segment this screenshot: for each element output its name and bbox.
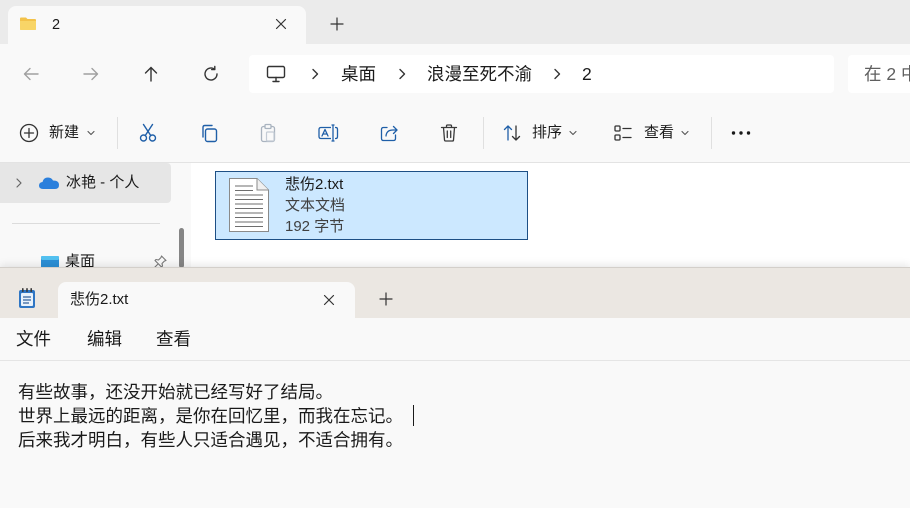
paste-button[interactable]	[248, 113, 288, 153]
editor-line-text: 世界上最远的距离，是你在回忆里，而我在忘记。	[18, 406, 403, 426]
menu-file[interactable]: 文件	[8, 323, 59, 355]
file-item[interactable]: 悲伤2.txt 文本文档 192 字节	[215, 171, 528, 240]
share-icon	[379, 123, 399, 143]
chevron-right-icon[interactable]	[398, 68, 406, 80]
search-input[interactable]	[848, 55, 910, 93]
sort-icon	[502, 123, 522, 143]
notepad-window: 悲伤2.txt 文件 编辑 查看 有些故事，还没开始就已经写好了结局。 世界上最…	[0, 268, 910, 508]
view-button[interactable]: 查看	[607, 113, 697, 153]
refresh-icon	[202, 65, 220, 83]
explorer-tab[interactable]: 2	[8, 6, 306, 44]
sidebar-item-label: 桌面	[65, 253, 96, 268]
text-cursor	[413, 405, 414, 426]
breadcrumb-item[interactable]: 桌面	[341, 55, 376, 93]
editor-line-text: 有些故事，还没开始就已经写好了结局。	[18, 382, 333, 402]
file-list-area: 悲伤2.txt 文本文档 192 字节	[191, 163, 910, 268]
address-bar[interactable]: 桌面 浪漫至死不渝 2	[249, 55, 834, 93]
circle-plus-icon	[19, 123, 39, 143]
forward-button[interactable]	[73, 56, 109, 92]
editor-line: 世界上最远的距离，是你在回忆里，而我在忘记。	[18, 404, 892, 428]
close-icon[interactable]	[323, 294, 335, 306]
chevron-down-icon	[569, 130, 577, 136]
new-button[interactable]: 新建	[10, 113, 104, 153]
paste-icon	[258, 123, 278, 143]
sort-button[interactable]: 排序	[496, 113, 586, 153]
explorer-tab-title: 2	[52, 17, 61, 33]
rename-icon	[317, 123, 339, 143]
onedrive-cloud-icon	[38, 176, 60, 190]
explorer-tab-bar: 2	[0, 0, 910, 44]
new-tab-icon[interactable]	[379, 292, 393, 306]
notepad-tab-title: 悲伤2.txt	[70, 291, 129, 308]
file-type: 文本文档	[285, 197, 346, 214]
explorer-command-bar: 新建 排序 查看	[0, 104, 910, 163]
share-button[interactable]	[369, 113, 409, 153]
delete-button[interactable]	[429, 113, 469, 153]
sidebar-scrollbar-thumb[interactable]	[179, 228, 184, 268]
copy-icon	[199, 123, 219, 143]
refresh-button[interactable]	[193, 56, 229, 92]
file-explorer-window: 2 桌面 浪漫至死不渝 2 在 2 中 新建 排序 查看 冰艳 - 个人 桌面 …	[0, 0, 910, 268]
copy-button[interactable]	[189, 113, 229, 153]
file-size: 192 字节	[285, 218, 345, 235]
more-icon	[731, 131, 751, 135]
toolbar-separator	[117, 117, 118, 149]
new-tab-icon[interactable]	[330, 17, 344, 31]
editor-line: 有些故事，还没开始就已经写好了结局。	[18, 380, 892, 404]
new-button-label: 新建	[49, 124, 80, 141]
cut-icon	[138, 123, 158, 143]
sort-button-label: 排序	[532, 124, 563, 141]
toolbar-separator	[483, 117, 484, 149]
notepad-tab[interactable]: 悲伤2.txt	[58, 282, 355, 318]
up-arrow-icon	[142, 65, 160, 83]
back-arrow-icon	[22, 65, 40, 83]
file-name: 悲伤2.txt	[285, 176, 344, 193]
sidebar-item-desktop[interactable]: 桌面	[0, 242, 171, 268]
cut-button[interactable]	[128, 113, 168, 153]
chevron-right-icon[interactable]	[311, 68, 319, 80]
pin-icon[interactable]	[153, 255, 167, 268]
desktop-icon	[40, 255, 60, 268]
editor-line: 后来我才明白，有些人只适合遇见，不适合拥有。	[18, 428, 892, 452]
delete-icon	[439, 123, 459, 143]
chevron-right-icon[interactable]	[15, 178, 23, 188]
breadcrumb-item-current[interactable]: 2	[582, 55, 592, 93]
sidebar-item-label: 冰艳 - 个人	[66, 174, 140, 191]
back-button[interactable]	[13, 56, 49, 92]
view-icon	[613, 123, 633, 143]
explorer-address-row: 桌面 浪漫至死不渝 2	[0, 44, 910, 104]
sidebar-item-onedrive[interactable]: 冰艳 - 个人	[0, 163, 171, 203]
more-options-button[interactable]	[721, 113, 761, 153]
folder-icon	[19, 16, 37, 31]
computer-icon[interactable]	[266, 65, 286, 83]
notepad-icon	[17, 287, 37, 309]
text-file-icon	[228, 177, 270, 233]
editor-line-text: 后来我才明白，有些人只适合遇见，不适合拥有。	[18, 430, 403, 450]
text-editor[interactable]: 有些故事，还没开始就已经写好了结局。 世界上最远的距离，是你在回忆里，而我在忘记…	[0, 361, 910, 508]
breadcrumb-item[interactable]: 浪漫至死不渝	[427, 55, 532, 93]
chevron-down-icon	[87, 130, 95, 136]
file-details: 悲伤2.txt 文本文档 192 字节	[285, 174, 345, 237]
chevron-down-icon	[681, 130, 689, 136]
navigation-pane: 冰艳 - 个人 桌面	[0, 163, 191, 268]
menu-view[interactable]: 查看	[148, 323, 199, 355]
forward-arrow-icon	[82, 65, 100, 83]
view-button-label: 查看	[644, 124, 675, 141]
rename-button[interactable]	[308, 113, 348, 153]
chevron-right-icon[interactable]	[553, 68, 561, 80]
close-icon[interactable]	[275, 18, 287, 30]
notepad-tab-bar: 悲伤2.txt	[0, 268, 910, 318]
toolbar-separator	[711, 117, 712, 149]
sidebar-divider	[12, 223, 160, 224]
up-button[interactable]	[133, 56, 169, 92]
menu-edit[interactable]: 编辑	[79, 323, 130, 355]
notepad-menu-bar: 文件 编辑 查看	[0, 318, 910, 361]
